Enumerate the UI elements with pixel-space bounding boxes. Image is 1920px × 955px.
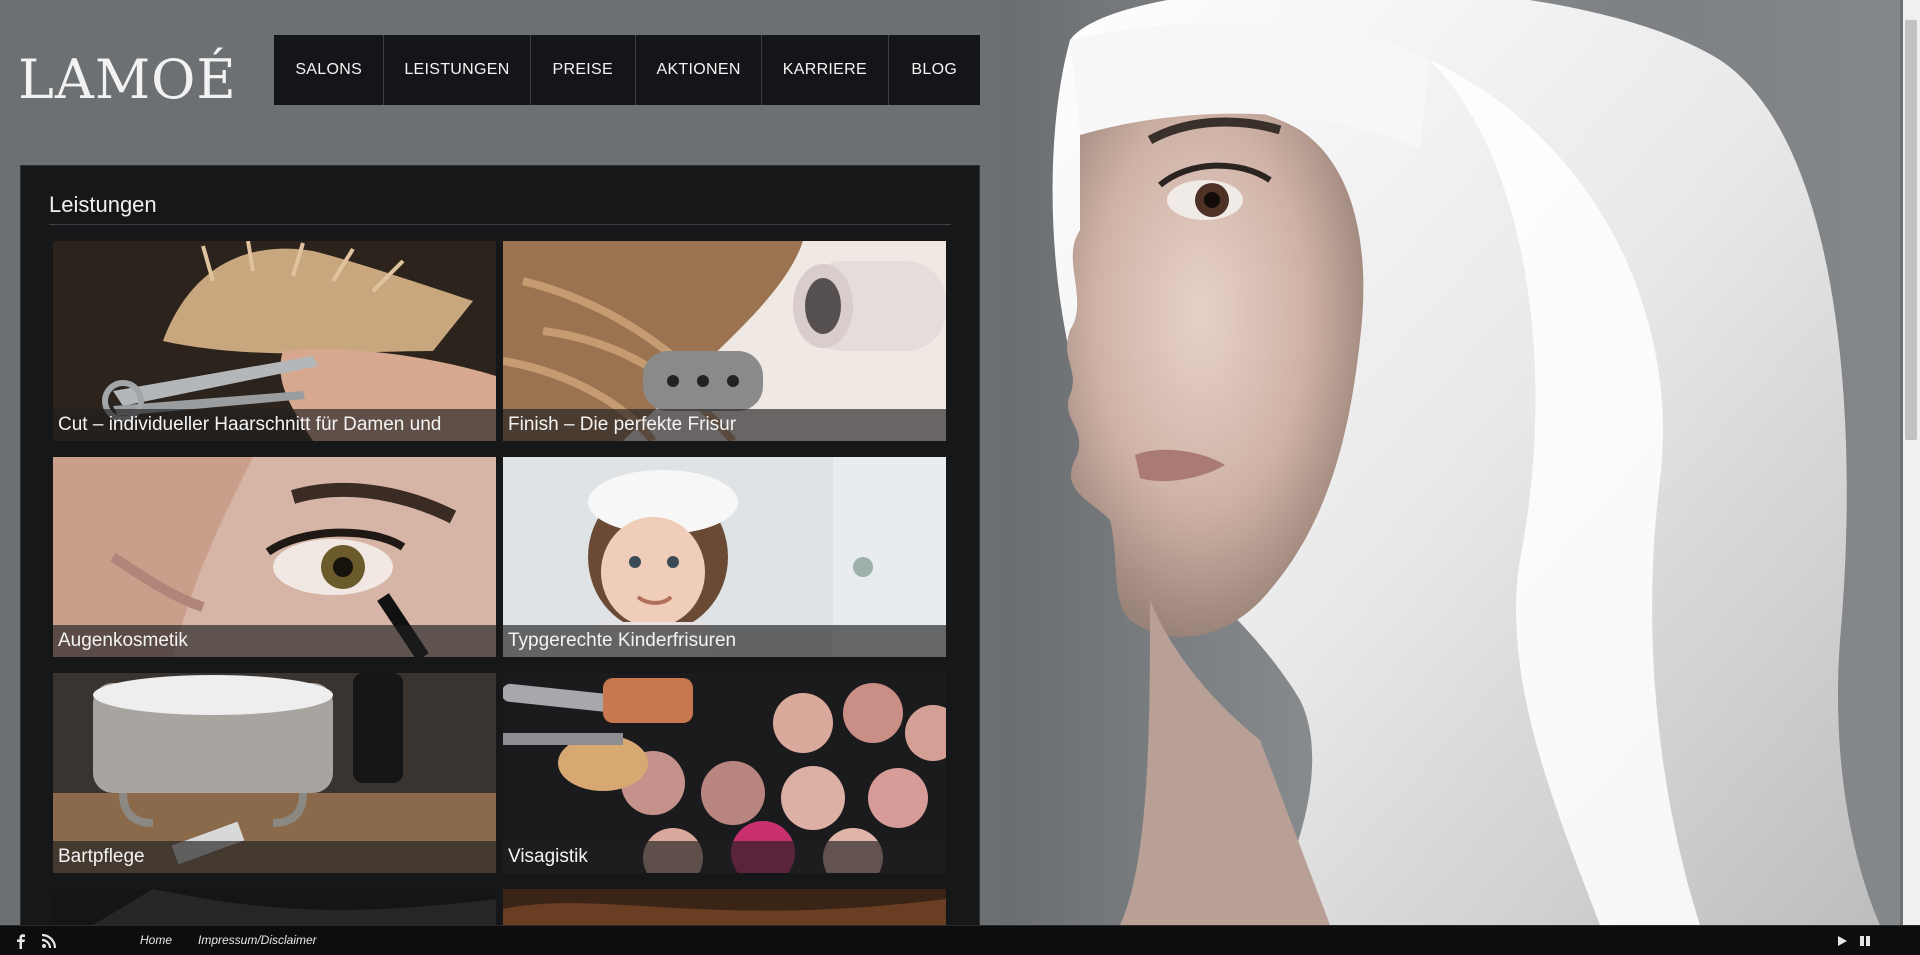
service-caption: Augenkosmetik <box>53 625 496 657</box>
nav-item-leistungen[interactable]: LEISTUNGEN <box>384 35 531 105</box>
facebook-icon[interactable] <box>13 933 29 949</box>
service-tile-finish[interactable]: Finish – Die perfekte Frisur <box>503 241 946 441</box>
service-tile-cut[interactable]: Cut – individueller Haarschnitt für Dame… <box>53 241 496 441</box>
nav-item-preise[interactable]: PREISE <box>531 35 636 105</box>
footer-link-impressum[interactable]: Impressum/Disclaimer <box>198 933 317 947</box>
service-caption: Cut – individueller Haarschnitt für Dame… <box>53 409 496 441</box>
scrollbar-thumb[interactable] <box>1905 20 1917 440</box>
service-tile-bartpflege[interactable]: Bartpflege <box>53 673 496 873</box>
nav-item-blog[interactable]: BLOG <box>889 35 980 105</box>
footer-link-home[interactable]: Home <box>140 933 172 947</box>
service-tile-augenkosmetik[interactable]: Augenkosmetik <box>53 457 496 657</box>
footer-bar: Home Impressum/Disclaimer <box>0 925 1920 955</box>
service-caption: Typgerechte Kinderfrisuren <box>503 625 946 657</box>
service-caption: Visagistik <box>503 841 946 873</box>
rss-icon[interactable] <box>41 933 57 949</box>
service-tile-visagistik[interactable]: Visagistik <box>503 673 946 873</box>
main-navigation: SALONS LEISTUNGEN PREISE AKTIONEN KARRIE… <box>274 35 980 105</box>
service-caption: Finish – Die perfekte Frisur <box>503 409 946 441</box>
logo-wordmark: LAMOÉ <box>18 48 237 111</box>
play-icon[interactable] <box>1834 933 1850 949</box>
service-caption: Bartpflege <box>53 841 496 873</box>
page-title: Leistungen <box>49 192 951 225</box>
hero-portrait-image <box>1000 0 1900 925</box>
nav-item-karriere[interactable]: KARRIERE <box>762 35 889 105</box>
site-logo[interactable]: LAMOÉ <box>18 30 236 120</box>
service-tile-kinderfrisuren[interactable]: Typgerechte Kinderfrisuren <box>503 457 946 657</box>
nav-item-aktionen[interactable]: AKTIONEN <box>636 35 763 105</box>
services-panel: Leistungen Cut – individueller Haarschni… <box>20 165 980 955</box>
nav-item-salons[interactable]: SALONS <box>274 35 385 105</box>
pause-icon[interactable] <box>1857 933 1873 949</box>
